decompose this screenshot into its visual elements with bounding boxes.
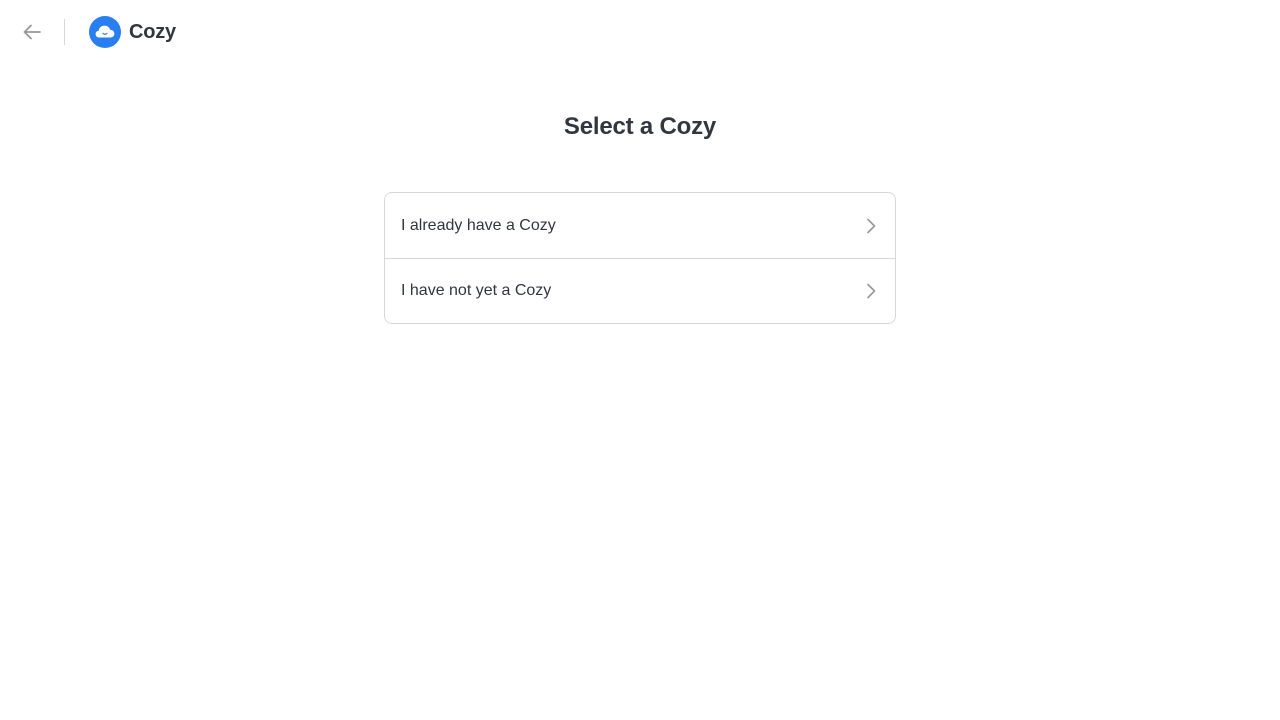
- chevron-right-icon: [867, 283, 876, 299]
- back-button[interactable]: [16, 16, 48, 48]
- option-already-have-cozy[interactable]: I already have a Cozy: [385, 193, 895, 258]
- chevron-right-icon: [867, 218, 876, 233]
- option-not-yet-cozy[interactable]: I have not yet a Cozy: [385, 258, 895, 323]
- page-title: Select a Cozy: [563, 113, 717, 140]
- option-label: I have not yet a Cozy: [401, 282, 552, 299]
- top-bar: Cozy: [0, 0, 1280, 64]
- option-label: I already have a Cozy: [401, 216, 556, 234]
- header-divider: [64, 19, 65, 45]
- brand: Cozy: [89, 16, 176, 48]
- arrow-left-icon: [23, 24, 41, 40]
- cozy-choice-list: I already have a Cozy I have not yet a C…: [384, 192, 896, 324]
- brand-name: Cozy: [129, 20, 176, 43]
- cozy-cloud-logo-icon: [89, 16, 121, 48]
